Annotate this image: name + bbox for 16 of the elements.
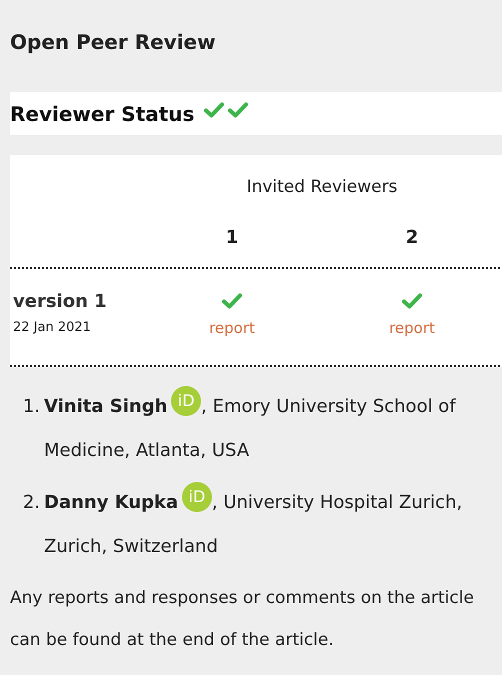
list-number: 1. (22, 395, 41, 419)
orcid-icon[interactable]: iD (171, 386, 202, 416)
status-label: Reviewer Status (10, 102, 194, 126)
version-date: 22 Jan 2021 (13, 320, 92, 335)
report-link[interactable]: report (389, 319, 435, 337)
panel-title: Open Peer Review (10, 29, 217, 56)
reviewer-affiliation: Danny Kupka iD , University Hospital Zurich, Zurich, Switzerland (44, 481, 502, 569)
column-number: 1 (224, 226, 240, 250)
report-link[interactable]: report (209, 319, 255, 337)
table-header: Invited Reviewers (246, 176, 398, 199)
version-label: version 1 (13, 291, 108, 312)
reviewer-affiliation: Vinita Singh iD , Emory University School of Medicine, Atlanta, USA (44, 385, 502, 473)
footer-note: Any reports and responses or comments on the article can be found at the end of the article. (10, 587, 475, 652)
list-number: 2. (22, 491, 41, 515)
column-number: 2 (404, 226, 420, 250)
orcid-icon[interactable]: iD (182, 482, 212, 512)
